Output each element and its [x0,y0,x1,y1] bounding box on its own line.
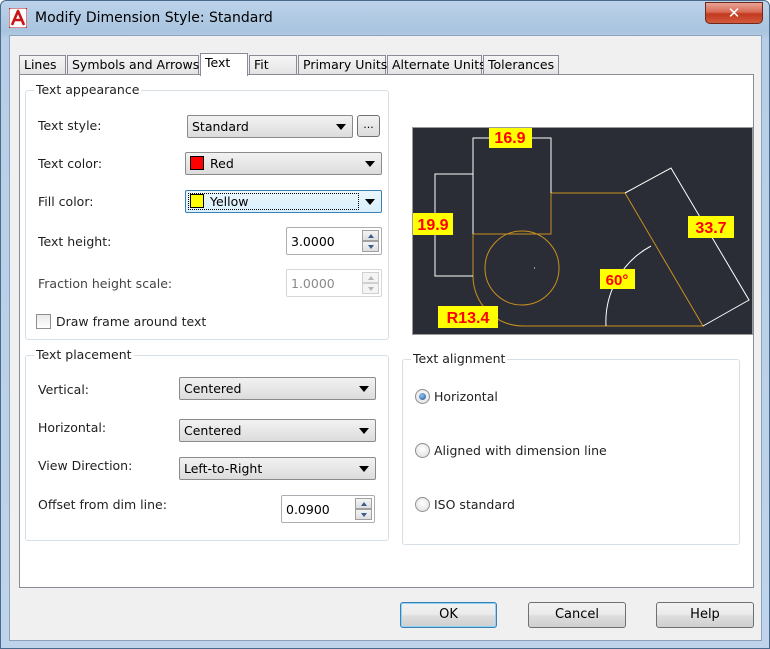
text-color-dropdown[interactable]: Red [185,152,382,175]
fraction-height-label: Fraction height scale: [38,276,173,291]
offset-value: 0.0900 [286,502,330,517]
text-style-label: Text style: [38,118,102,133]
spin-buttons [362,272,379,294]
radio-horizontal[interactable] [415,389,430,404]
fill-color-label: Fill color: [38,194,94,209]
view-direction-value: Left-to-Right [184,461,263,476]
offset-spinner[interactable]: 0.0900 [281,495,375,523]
preview-drawing: 16.9 19.9 33.7 60° R13.4 [413,128,750,328]
chevron-down-icon [365,199,375,205]
text-placement-title: Text placement [34,347,134,362]
text-style-dropdown[interactable]: Standard [187,115,353,138]
text-alignment-title: Text alignment [411,351,508,366]
close-button[interactable]: ✕ [705,2,763,24]
chevron-down-icon [336,124,346,130]
tab-alternate-units[interactable]: Alternate Units [387,55,486,75]
red-color-swatch [190,156,204,170]
preview-label-33-7: 33.7 [695,220,726,237]
spin-down-icon [362,283,379,294]
radio-horizontal-label[interactable]: Horizontal [434,389,498,404]
chevron-down-icon [365,161,375,167]
tab-lines[interactable]: Lines [19,55,66,75]
fill-color-dropdown[interactable]: Yellow [185,190,382,213]
horizontal-value: Centered [184,423,242,438]
tab-fit[interactable]: Fit [249,55,297,75]
fill-color-value: Yellow [210,194,249,209]
view-direction-label: View Direction: [38,458,133,473]
vertical-value: Centered [184,381,242,396]
horizontal-dropdown[interactable]: Centered [179,419,376,442]
radio-aligned-with-dimension-line[interactable] [415,443,430,458]
view-direction-dropdown[interactable]: Left-to-Right [179,457,376,480]
dimension-preview: 16.9 19.9 33.7 60° R13.4 [412,127,753,335]
radio-iso-standard[interactable] [415,497,430,512]
cancel-button[interactable]: Cancel [528,602,626,628]
chevron-down-icon [359,466,369,472]
horizontal-label: Horizontal: [38,420,107,435]
text-height-value: 3.0000 [291,234,335,249]
text-style-value: Standard [192,119,249,134]
spin-up-icon[interactable] [355,498,372,509]
tab-primary-units[interactable]: Primary Units [298,55,387,75]
tab-tolerances[interactable]: Tolerances [483,55,559,75]
text-height-label: Text height: [38,234,112,249]
preview-label-16-9: 16.9 [494,130,525,147]
radio-aligned-label[interactable]: Aligned with dimension line [434,443,607,458]
close-icon: ✕ [727,4,741,22]
vertical-dropdown[interactable]: Centered [179,377,376,400]
spin-buttons [355,498,372,520]
spin-down-icon[interactable] [362,241,379,252]
text-height-spinner[interactable]: 3.0000 [286,227,382,255]
text-appearance-title: Text appearance [34,82,142,97]
help-button[interactable]: Help [656,602,754,628]
dialog-client-area: Lines Symbols and Arrows Text Fit Primar… [9,35,762,641]
preview-label-60-deg: 60° [606,272,629,289]
spin-buttons [362,230,379,252]
window-title: Modify Dimension Style: Standard [35,10,273,26]
chevron-down-icon [359,386,369,392]
text-appearance-group: Text appearance Text style: Standard ...… [25,82,389,340]
yellow-color-swatch [190,194,204,208]
text-alignment-group: Text alignment Horizontal Aligned with d… [402,351,740,545]
fraction-height-value: 1.0000 [291,276,335,291]
fraction-height-spinner: 1.0000 [286,269,382,297]
tab-symbols-and-arrows[interactable]: Symbols and Arrows [67,55,199,75]
preview-label-r13-4: R13.4 [447,310,490,327]
text-style-browse-button[interactable]: ... [357,115,380,137]
preview-label-19-9: 19.9 [417,217,448,234]
text-placement-group: Text placement Vertical: Centered Horizo… [25,347,389,541]
spin-down-icon[interactable] [355,509,372,520]
title-bar[interactable]: Modify Dimension Style: Standard ✕ [1,1,769,35]
radio-iso-label[interactable]: ISO standard [434,497,515,512]
tab-text[interactable]: Text [200,53,248,76]
draw-frame-checkbox[interactable] [36,314,51,329]
draw-frame-label[interactable]: Draw frame around text [56,314,206,329]
ok-button[interactable]: OK [400,602,497,628]
spin-up-icon[interactable] [362,230,379,241]
vertical-label: Vertical: [38,382,90,397]
autocad-logo-icon [9,8,27,28]
spin-up-icon [362,272,379,283]
chevron-down-icon [359,428,369,434]
text-tab-panel: Text appearance Text style: Standard ...… [19,74,754,588]
text-color-value: Red [210,156,234,171]
dialog-window: Modify Dimension Style: Standard ✕ Lines… [0,0,770,649]
offset-label: Offset from dim line: [38,497,167,512]
text-color-label: Text color: [38,156,103,171]
